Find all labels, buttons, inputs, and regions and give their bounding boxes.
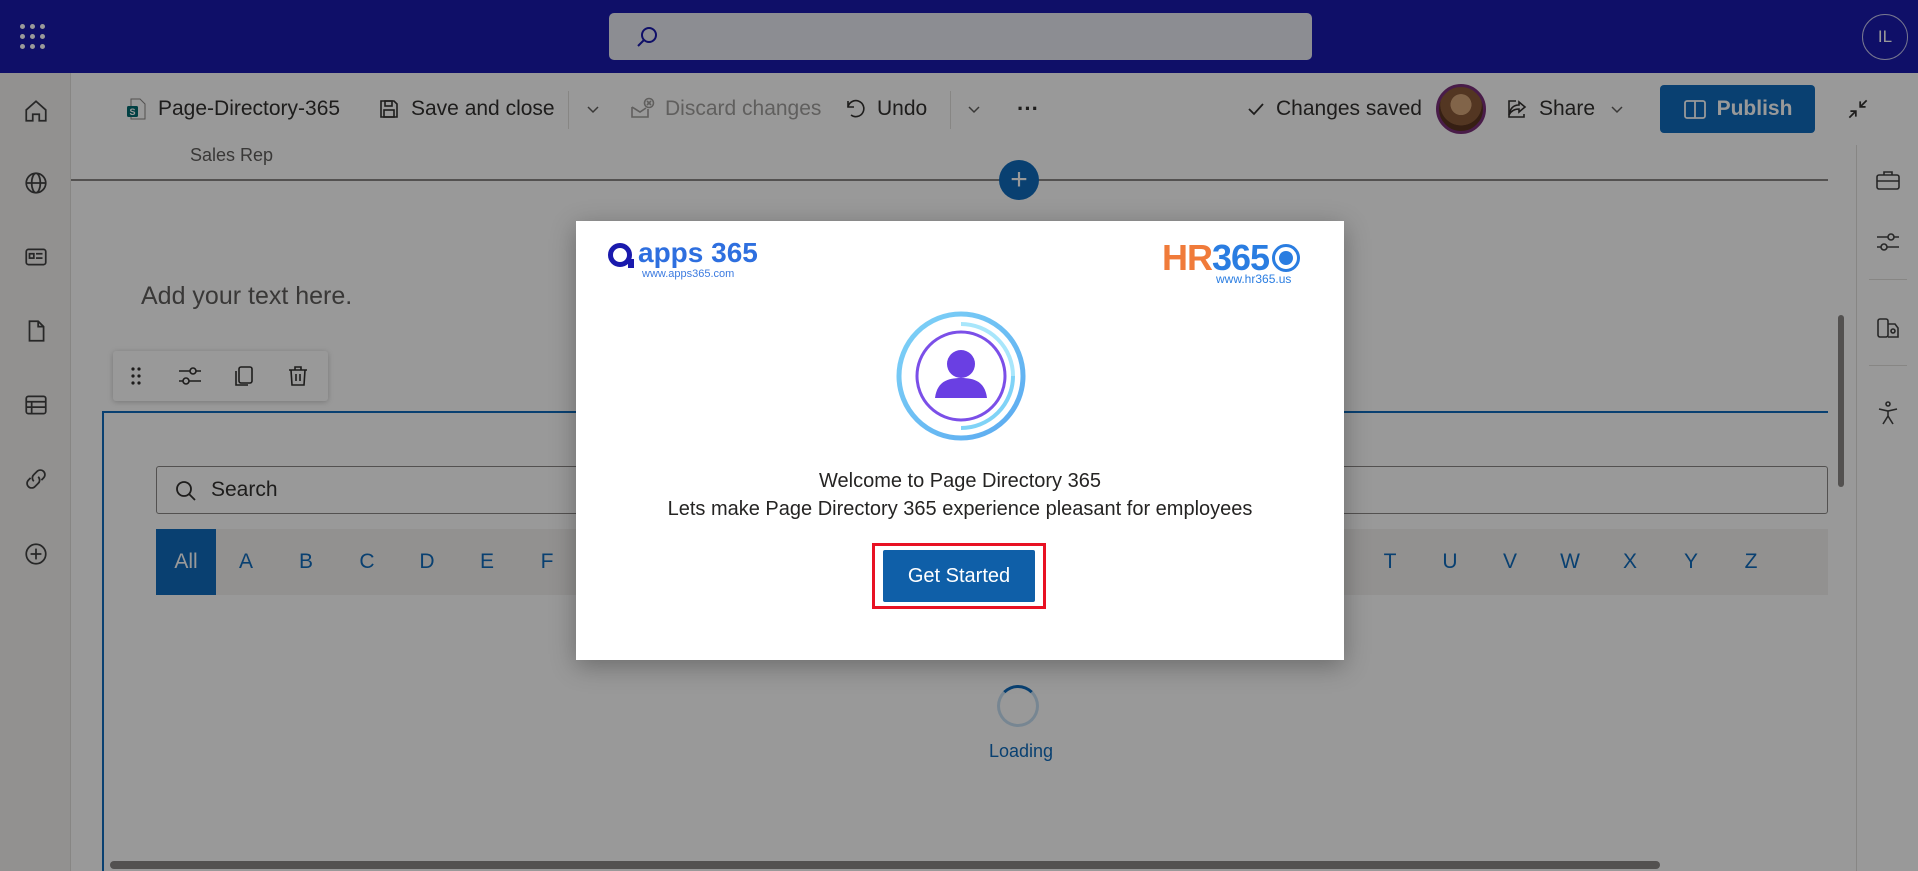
hr365-logo-icon — [1272, 244, 1301, 272]
welcome-message: Welcome to Page Directory 365 Lets make … — [667, 470, 1253, 520]
hr365-url: www.hr365.us — [1216, 272, 1292, 286]
apps365-url: www.apps365.com — [642, 268, 735, 280]
get-started-button[interactable]: Get Started — [883, 550, 1035, 602]
welcome-dialog: apps 365 www.apps365.com HR 365 www.hr36… — [576, 221, 1344, 660]
apps365-logo-icon — [608, 243, 634, 268]
user-profile-icon — [896, 311, 1026, 441]
apps365-logo: apps 365 — [608, 239, 758, 268]
